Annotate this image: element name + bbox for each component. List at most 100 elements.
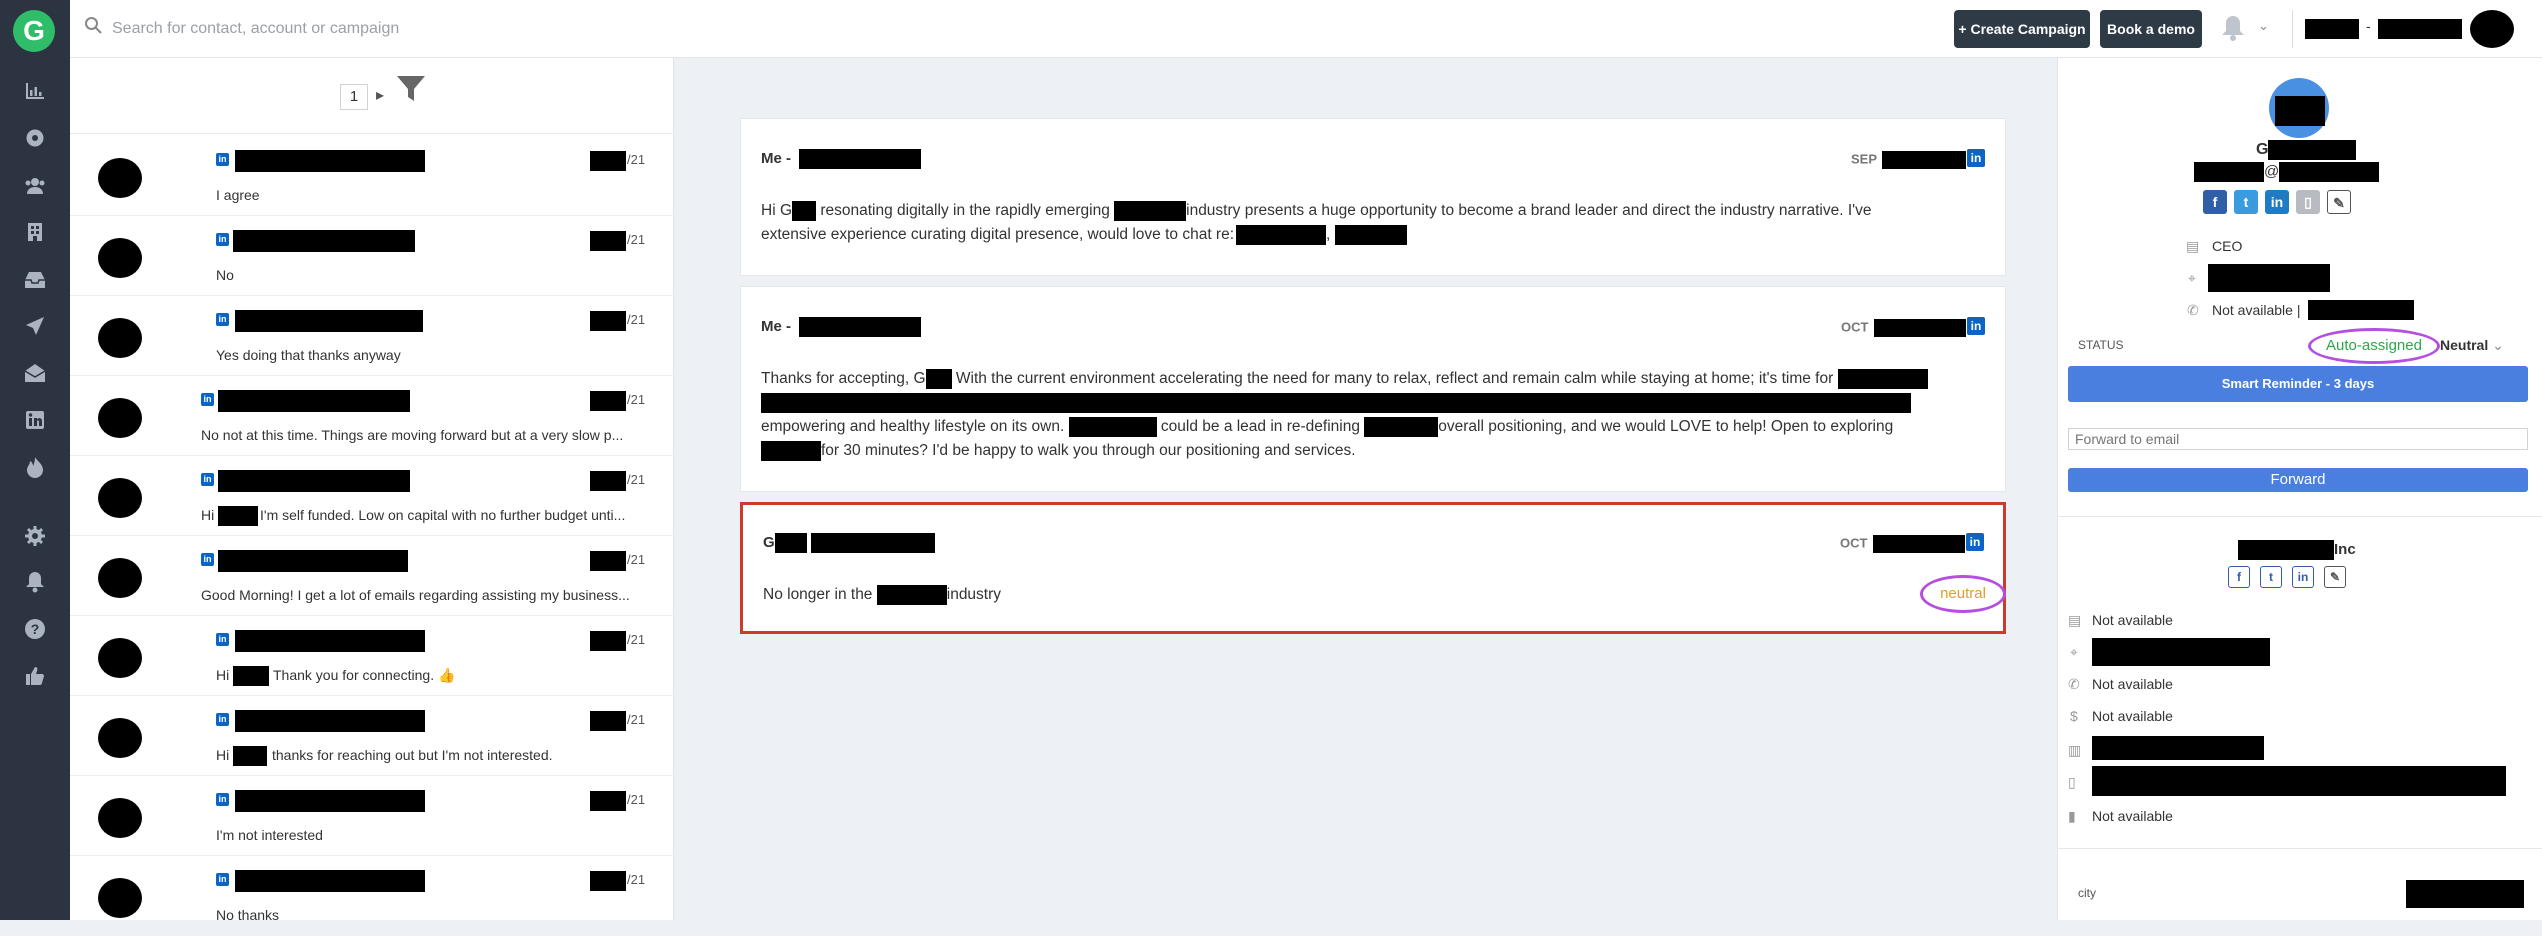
- create-campaign-button[interactable]: + Create Campaign: [1954, 10, 2090, 48]
- avatar: [98, 398, 142, 438]
- status-value[interactable]: Auto-assigned: [2308, 328, 2440, 364]
- contact-email: @: [2194, 162, 2380, 182]
- chart-icon[interactable]: [0, 79, 70, 109]
- list-item[interactable]: in /21 Hi thanks for reaching out but I'…: [70, 696, 674, 776]
- users-icon[interactable]: [0, 174, 70, 204]
- bell-icon[interactable]: [0, 571, 70, 601]
- top-bar: + Create Campaign Book a demo ⌄ -: [70, 0, 2542, 58]
- message-card: Me - SEP in Hi G resonating digitally in…: [740, 118, 2006, 276]
- user-org-redacted: [2378, 19, 2462, 39]
- database-icon: ▮: [2068, 808, 2076, 824]
- company-name: Inc: [2238, 540, 2356, 560]
- twitter-icon[interactable]: t: [2260, 566, 2282, 588]
- linkedin-icon[interactable]: in: [2292, 566, 2314, 588]
- phone-icon[interactable]: ▯: [2296, 190, 2320, 214]
- list-item[interactable]: in /21 No thanks: [70, 856, 674, 936]
- company-size: Not available: [2092, 612, 2173, 628]
- linkedin-icon: in: [216, 153, 229, 166]
- user-name-separator: -: [2366, 18, 2371, 34]
- message-preview: No thanks: [216, 907, 280, 923]
- list-item[interactable]: in /21 Hi Thank you for connecting. 👍: [70, 616, 674, 696]
- name-redacted: [233, 666, 269, 686]
- twitter-icon[interactable]: t: [2234, 190, 2258, 214]
- page-number[interactable]: 1: [340, 84, 368, 110]
- industry-icon: ▥: [2068, 742, 2082, 758]
- forward-button[interactable]: Forward: [2068, 468, 2528, 492]
- facebook-icon[interactable]: f: [2228, 566, 2250, 588]
- avatar[interactable]: [2470, 10, 2514, 48]
- contact-name-redacted: [235, 790, 425, 812]
- notification-bell-icon[interactable]: [2220, 14, 2246, 49]
- list-item[interactable]: in /21 Hi I'm self funded. Low on capita…: [70, 456, 674, 536]
- linkedin-icon: in: [216, 233, 229, 246]
- phone-redacted: [2308, 300, 2414, 320]
- smart-reminder-button[interactable]: Smart Reminder - 3 days: [2068, 366, 2528, 402]
- contact-name-redacted: [235, 310, 423, 332]
- logo-icon[interactable]: G: [13, 10, 55, 52]
- sentiment-select[interactable]: Neutral ⌄: [2440, 337, 2504, 354]
- gear-icon[interactable]: [0, 525, 70, 555]
- linkedin-icon[interactable]: in: [1967, 317, 1985, 335]
- date-year: /21: [627, 312, 646, 327]
- list-item[interactable]: in /21 I agree: [70, 136, 674, 216]
- location-icon: ⌖: [2070, 644, 2078, 660]
- building-icon[interactable]: [0, 221, 70, 251]
- linkedin-icon[interactable]: [0, 409, 70, 439]
- chevron-down-icon[interactable]: ⌄: [2258, 18, 2269, 34]
- message-preview: Yes doing that thanks anyway: [216, 347, 401, 363]
- linkedin-icon[interactable]: in: [1966, 533, 1984, 551]
- message-preview: Good Morning! I get a lot of emails rega…: [201, 587, 630, 603]
- city-value-redacted: [2406, 880, 2524, 908]
- avatar: [98, 478, 142, 518]
- contact-name-redacted: [218, 550, 408, 572]
- compass-icon[interactable]: [0, 127, 70, 157]
- briefcase-icon: ▤: [2068, 612, 2082, 628]
- fire-icon[interactable]: [0, 456, 70, 486]
- contact-name-redacted: [235, 710, 425, 732]
- list-item[interactable]: in /21 Good Morning! I get a lot of emai…: [70, 536, 674, 616]
- linkedin-icon[interactable]: in: [2265, 190, 2289, 214]
- date-redacted: [590, 471, 626, 491]
- filter-icon[interactable]: [396, 74, 426, 109]
- list-item[interactable]: in /21 No: [70, 216, 674, 296]
- forward-email-input[interactable]: [2068, 428, 2528, 450]
- contact-name-redacted: [233, 230, 415, 252]
- inbox-icon[interactable]: [0, 268, 70, 298]
- date-year: /21: [627, 792, 646, 807]
- message-greeting: Hi: [201, 507, 215, 523]
- company-location-redacted: [2092, 638, 2270, 666]
- linkedin-icon[interactable]: in: [1967, 149, 1985, 167]
- nav-rail: G ?: [0, 0, 70, 920]
- search-icon: [84, 16, 102, 40]
- date-redacted: [590, 631, 626, 651]
- message-preview: I'm not interested: [216, 827, 323, 843]
- message-body: Thanks for accepting, G With the current…: [761, 367, 1986, 463]
- divider: [2292, 10, 2293, 48]
- list-item[interactable]: in /21 I'm not interested: [70, 776, 674, 856]
- svg-text:?: ?: [31, 621, 40, 637]
- edit-icon[interactable]: ✎: [2327, 190, 2351, 214]
- search-input[interactable]: [112, 14, 712, 44]
- book-demo-button[interactable]: Book a demo: [2100, 10, 2202, 48]
- avatar: [98, 158, 142, 198]
- date-year: /21: [627, 552, 646, 567]
- company-revenue: Not available: [2092, 708, 2173, 724]
- thumbs-up-icon[interactable]: [0, 665, 70, 695]
- contact-title: CEO: [2212, 238, 2243, 254]
- date-year: /21: [627, 152, 646, 167]
- reply-message-card[interactable]: G OCT in No longer in the industry neutr…: [740, 502, 2006, 634]
- sentiment-badge[interactable]: neutral: [1920, 575, 2006, 613]
- list-item[interactable]: in /21 No not at this time. Things are m…: [70, 376, 674, 456]
- facebook-icon[interactable]: f: [2203, 190, 2227, 214]
- help-icon[interactable]: ?: [0, 618, 70, 648]
- list-item[interactable]: in /21 Yes doing that thanks anyway: [70, 296, 674, 376]
- send-icon[interactable]: [0, 315, 70, 345]
- mail-open-icon[interactable]: [0, 362, 70, 392]
- date-redacted: [590, 551, 626, 571]
- edit-icon[interactable]: ✎: [2324, 566, 2346, 588]
- briefcase-icon: ▤: [2186, 238, 2200, 254]
- next-page-icon[interactable]: ▸: [376, 85, 384, 105]
- linkedin-icon: in: [216, 313, 229, 326]
- avatar: [98, 318, 142, 358]
- contact-name: G: [2256, 140, 2357, 160]
